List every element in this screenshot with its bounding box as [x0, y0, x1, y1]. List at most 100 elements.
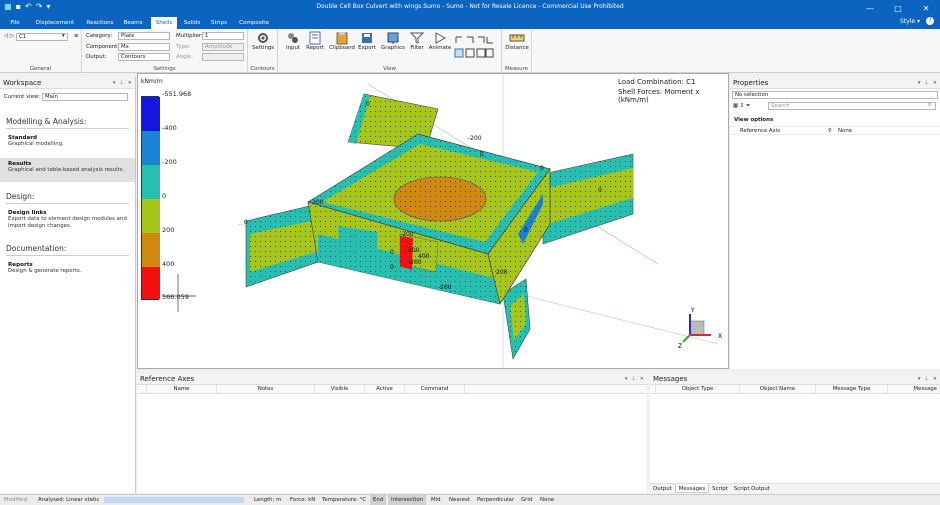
- column-header[interactable]: Command: [405, 385, 465, 393]
- property-search-input[interactable]: Search: [768, 102, 936, 110]
- pin-icon[interactable]: ⊥: [924, 373, 928, 385]
- close-icon[interactable]: ✕: [640, 373, 644, 385]
- clipboard-icon: [336, 32, 348, 45]
- output-select[interactable]: Contours: [118, 53, 170, 61]
- tab-strips[interactable]: Strips: [209, 17, 229, 29]
- maximize-button[interactable]: □: [884, 0, 912, 16]
- contour-label: 400: [418, 253, 430, 260]
- panel-menu-icon[interactable]: ▾: [113, 77, 116, 89]
- report-button[interactable]: Report: [304, 31, 326, 51]
- tab-file[interactable]: File: [4, 17, 26, 29]
- group-label-general: General: [29, 66, 52, 72]
- reference-axis-value[interactable]: None: [838, 128, 852, 134]
- section-heading: Documentation:: [6, 244, 129, 256]
- column-header[interactable]: Notes: [217, 385, 315, 393]
- workspace-title: Workspace: [3, 79, 42, 87]
- group-label-settings: Settings: [153, 66, 176, 72]
- close-icon[interactable]: ✕: [933, 77, 937, 89]
- snap-end-toggle[interactable]: End: [370, 495, 387, 505]
- close-icon[interactable]: ✕: [933, 373, 937, 385]
- temperature-unit[interactable]: Temperature: °C: [322, 497, 366, 503]
- column-header[interactable]: Object Name: [740, 385, 816, 393]
- snap-none-toggle[interactable]: None: [537, 495, 557, 505]
- workspace-item-standard[interactable]: Standard Graphical modelling.: [0, 133, 135, 152]
- snap-nearest-toggle[interactable]: Nearest: [446, 495, 473, 505]
- export-button[interactable]: Export: [356, 31, 378, 51]
- category-label: Category:: [86, 33, 113, 39]
- input-button[interactable]: Input: [282, 31, 304, 51]
- analysis-status: Analysed: Linear static: [38, 497, 100, 503]
- panel-menu-icon[interactable]: ▾: [625, 373, 628, 385]
- length-unit[interactable]: Length: m: [254, 497, 281, 503]
- pin-icon[interactable]: ⊥: [924, 77, 928, 89]
- distance-button[interactable]: Distance: [505, 31, 529, 51]
- item-desc: Graphical and table-based analysis resul…: [8, 167, 125, 173]
- tab-script-output[interactable]: Script Output: [731, 484, 773, 493]
- model-viewport[interactable]: kNm/m -551.968 -400 -200 0 200 400 566.0…: [137, 73, 729, 369]
- tab-solids[interactable]: Solids: [180, 17, 204, 29]
- multiplier-label: Multiplier:: [176, 33, 203, 39]
- style-menu[interactable]: Style ▾: [900, 18, 920, 25]
- snap-perpendicular-toggle[interactable]: Perpendicular: [474, 495, 517, 505]
- culvert-model[interactable]: 0 -200 0 200 -200 0 0 -200 400 200 -200 …: [138, 74, 729, 369]
- animate-button[interactable]: Animate: [428, 31, 452, 51]
- play-icon: [435, 32, 447, 44]
- panel-menu-icon[interactable]: ▾: [918, 77, 921, 89]
- messages-header: Messages ▾ ⊥ ✕: [650, 373, 940, 385]
- group-label-measure: Measure: [505, 66, 528, 72]
- current-view-select[interactable]: Main: [42, 93, 128, 101]
- graphics-button[interactable]: Graphics: [380, 31, 406, 51]
- tab-shells[interactable]: Shells: [151, 17, 177, 29]
- clipboard-button[interactable]: Clipboard: [328, 31, 356, 51]
- tab-beams[interactable]: Beams: [120, 17, 146, 29]
- workspace-item-reports[interactable]: Reports Design & generate reports.: [0, 260, 135, 279]
- selection-select[interactable]: No selection: [732, 91, 938, 99]
- minimize-button[interactable]: —: [856, 0, 884, 16]
- column-header[interactable]: Message Type: [816, 385, 888, 393]
- category-select[interactable]: Plate: [118, 32, 170, 40]
- search-icon[interactable]: ⌕: [928, 102, 931, 109]
- pin-icon[interactable]: ⊥: [631, 373, 635, 385]
- pin-icon[interactable]: ⊥: [119, 77, 123, 89]
- column-header[interactable]: Name: [147, 385, 217, 393]
- settings-label: Settings: [252, 45, 275, 51]
- panel-menu-icon[interactable]: ▾: [918, 373, 921, 385]
- gear-icon: [258, 33, 268, 43]
- help-icon[interactable]: ?: [926, 17, 934, 25]
- sort-icons[interactable]: ▦ ↕ ⏷: [733, 103, 750, 110]
- tab-script[interactable]: Script: [709, 484, 731, 493]
- column-header[interactable]: Active: [365, 385, 405, 393]
- view-options-group[interactable]: View options: [734, 117, 773, 123]
- item-desc: Export data to element design modules an…: [8, 216, 127, 229]
- component-select[interactable]: Mx: [118, 43, 170, 51]
- close-button[interactable]: ✕: [912, 0, 940, 16]
- snap-mid-toggle[interactable]: Mid: [428, 495, 444, 505]
- messages-title: Messages: [653, 375, 688, 383]
- tab-output[interactable]: Output: [650, 484, 675, 493]
- view-orientation-icons[interactable]: [454, 35, 494, 59]
- filter-button[interactable]: Filter: [406, 31, 428, 51]
- tab-displacement[interactable]: Displacement: [32, 17, 78, 29]
- snap-grid-toggle[interactable]: Grid: [518, 495, 535, 505]
- multiplier-field[interactable]: 1: [202, 32, 244, 40]
- nav-arrows-icon[interactable]: ◁ ▷: [4, 33, 14, 39]
- contour-settings-button[interactable]: Settings: [252, 31, 274, 51]
- load-combination-select[interactable]: C1: [16, 33, 68, 41]
- close-icon[interactable]: ✕: [128, 77, 132, 89]
- workspace-item-design-links[interactable]: Design links Export data to element desi…: [0, 208, 135, 234]
- export-icon: [362, 33, 372, 43]
- list-icon[interactable]: ≡: [74, 33, 79, 39]
- tab-reactions[interactable]: Reactions: [84, 17, 116, 29]
- column-header[interactable]: Object Type: [656, 385, 740, 393]
- workspace-header: Workspace ▾ ⊥ ✕: [0, 77, 135, 89]
- workspace-item-results[interactable]: Results Graphical and table-based analys…: [0, 158, 135, 182]
- item-desc: Design & generate reports.: [8, 268, 82, 274]
- tab-composite[interactable]: Composite: [236, 17, 272, 29]
- snap-intersection-toggle[interactable]: Intersection: [388, 495, 427, 505]
- force-unit[interactable]: Force: kN: [290, 497, 315, 503]
- angle-field: [202, 53, 244, 61]
- crosshair-cursor-icon: [162, 274, 196, 312]
- tab-messages[interactable]: Messages: [674, 484, 710, 493]
- column-header[interactable]: Message: [888, 385, 940, 393]
- column-header[interactable]: Visible: [315, 385, 365, 393]
